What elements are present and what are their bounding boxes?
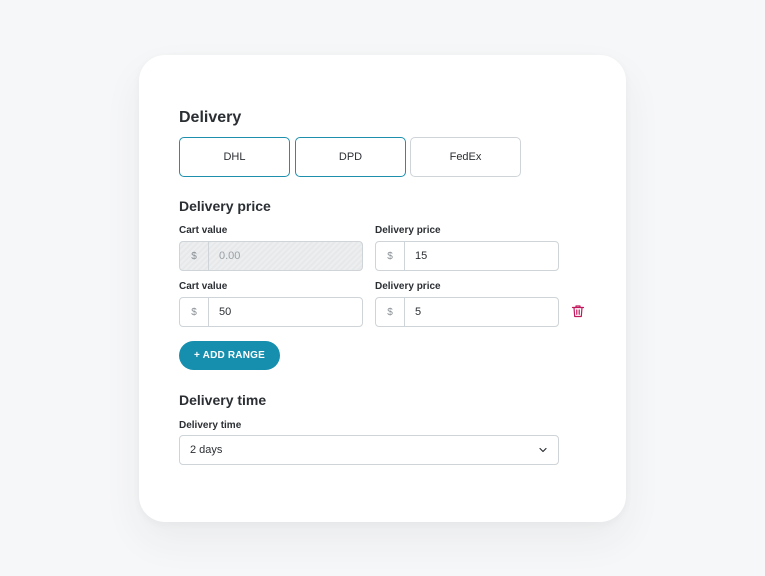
carrier-option-fedex[interactable]: FedEx [410, 137, 521, 177]
currency-prefix: $ [376, 298, 405, 326]
cart-value-field[interactable]: $ 50 [179, 297, 363, 327]
carrier-option-dhl[interactable]: DHL [179, 137, 290, 177]
chevron-down-icon [539, 447, 547, 453]
delivery-price-field[interactable]: $ 5 [375, 297, 559, 327]
carrier-option-dpd[interactable]: DPD [295, 137, 406, 177]
delivery-price-input[interactable]: 5 [405, 298, 558, 326]
delivery-time-select[interactable]: 2 days [179, 435, 559, 465]
cart-value-label: Cart value [179, 281, 228, 292]
trash-icon[interactable] [571, 304, 585, 318]
delivery-time-value: 2 days [190, 444, 223, 456]
delivery-settings-card: Delivery DHL DPD FedEx Delivery price Ca… [139, 55, 626, 522]
cart-value-label: Cart value [179, 225, 228, 236]
cart-value-field: $ 0.00 [179, 241, 363, 271]
cart-value-input: 0.00 [209, 242, 362, 270]
delivery-price-field[interactable]: $ 15 [375, 241, 559, 271]
cart-value-input[interactable]: 50 [209, 298, 362, 326]
add-range-button[interactable]: + ADD RANGE [179, 341, 281, 370]
delivery-price-input[interactable]: 15 [405, 242, 558, 270]
delivery-title: Delivery [179, 109, 242, 126]
delivery-price-label: Delivery price [375, 281, 441, 292]
delivery-time-label: Delivery time [179, 420, 242, 431]
delivery-price-label: Delivery price [375, 225, 441, 236]
currency-prefix: $ [180, 298, 209, 326]
delivery-price-title: Delivery price [179, 198, 271, 214]
currency-prefix: $ [376, 242, 405, 270]
delivery-time-title: Delivery time [179, 392, 267, 408]
currency-prefix: $ [180, 242, 209, 270]
